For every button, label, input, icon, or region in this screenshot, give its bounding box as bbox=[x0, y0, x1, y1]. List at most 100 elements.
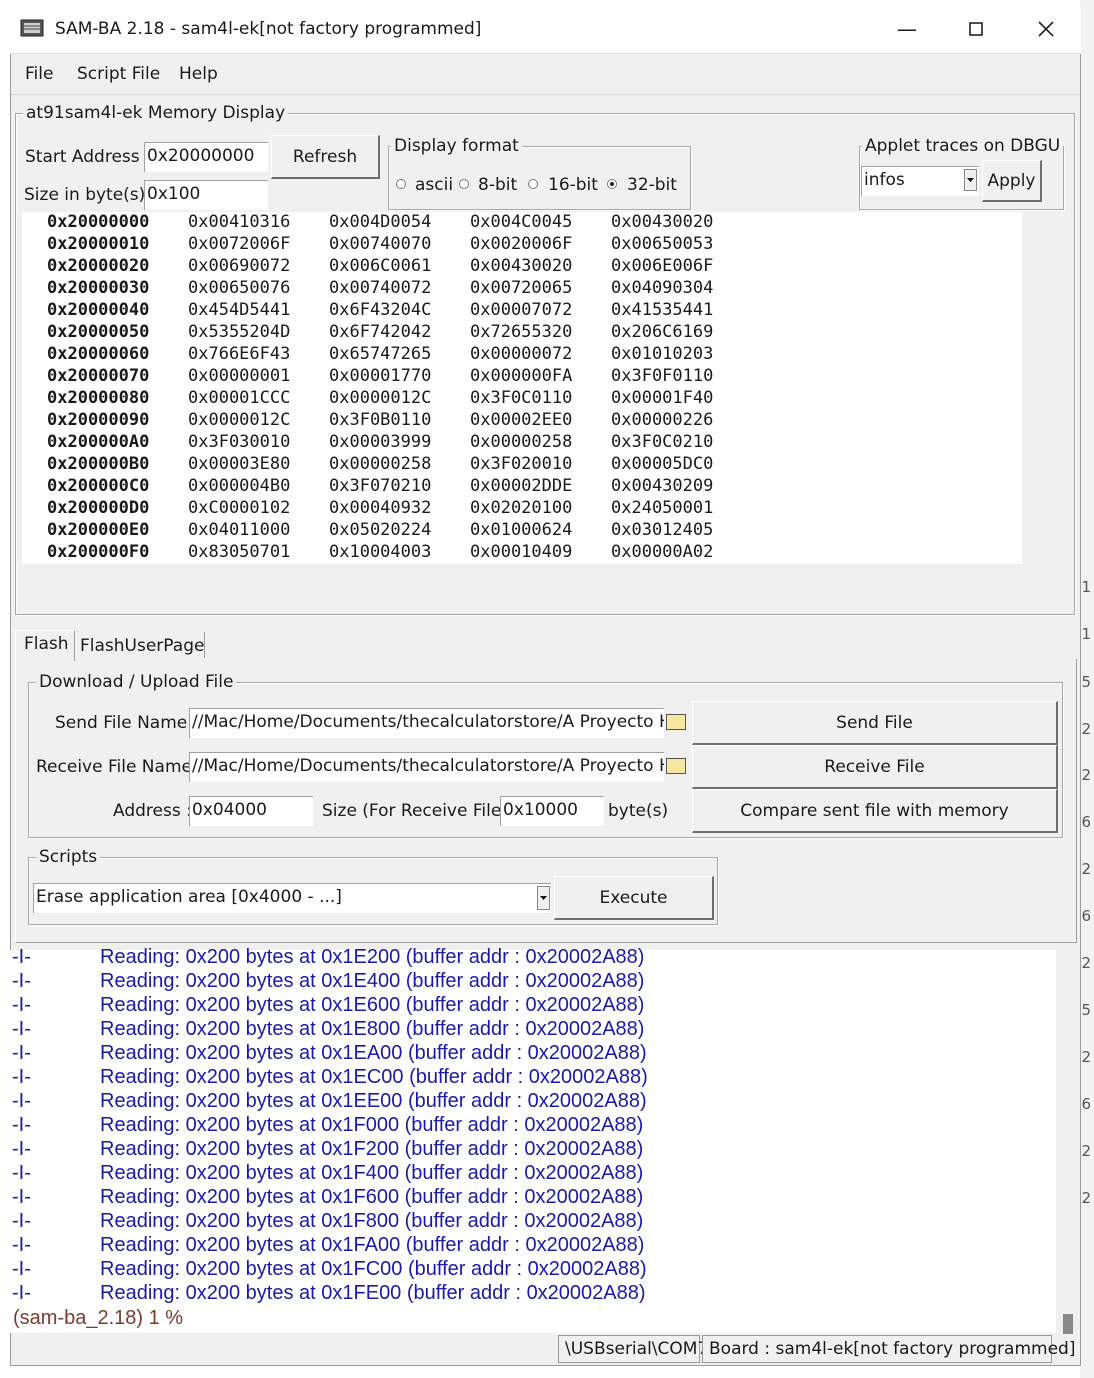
menu-script-file[interactable]: Script File bbox=[77, 64, 160, 84]
row-address: 0x20000050 bbox=[47, 322, 150, 342]
size-label: Size in byte(s) : bbox=[24, 185, 157, 205]
log-tag: -I- bbox=[12, 1282, 31, 1304]
menu-help[interactable]: Help bbox=[179, 64, 218, 84]
memory-cell: 0xC0000102 bbox=[188, 498, 291, 518]
radio-32bit[interactable] bbox=[607, 179, 617, 189]
log-tag: -I- bbox=[12, 1162, 31, 1184]
log-message: Reading: 0x200 bytes at 0x1E800 (buffer … bbox=[100, 1018, 645, 1040]
chevron-down-icon[interactable] bbox=[964, 169, 977, 191]
memory-cell: 0x00650076 bbox=[188, 278, 291, 298]
scripts-select[interactable]: Erase application area [0x4000 - ...] bbox=[33, 883, 551, 913]
memory-cell: 0x00007072 bbox=[470, 300, 573, 320]
memory-cell: 0x000000FA bbox=[470, 366, 573, 386]
receive-size-label: Size (For Receive File) : bbox=[322, 801, 520, 821]
table-row: 0x20000010 0x0072006F 0x00740070 0x0020006F… bbox=[22, 234, 1022, 256]
memory-cell: 0x02020100 bbox=[470, 498, 573, 518]
memory-cell: 0x00001770 bbox=[329, 366, 432, 386]
log-scrollbar[interactable] bbox=[1058, 950, 1080, 1333]
memory-cell: 0x00000258 bbox=[470, 432, 573, 452]
background-number: 2 bbox=[1081, 766, 1091, 784]
address-input[interactable]: 0x04000 bbox=[189, 796, 313, 826]
log-message: Reading: 0x200 bytes at 0x1FC00 (buffer … bbox=[100, 1258, 647, 1280]
close-button[interactable] bbox=[1031, 16, 1061, 42]
table-row: 0x20000020 0x00690072 0x006C0061 0x00430020… bbox=[22, 256, 1022, 278]
display-format-legend: Display format bbox=[391, 136, 522, 156]
log-tag: -I- bbox=[12, 1114, 31, 1136]
memory-cell: 0x00430209 bbox=[611, 476, 714, 496]
maximize-button[interactable] bbox=[961, 16, 991, 42]
background-number: 6 bbox=[1081, 1095, 1091, 1113]
app-icon bbox=[20, 18, 44, 38]
radio-32bit-label: 32-bit bbox=[627, 175, 677, 195]
scripts-select-value: Erase application area [0x4000 - ...] bbox=[36, 887, 342, 907]
log-tag: -I- bbox=[12, 994, 31, 1016]
log-tag: -I- bbox=[12, 1090, 31, 1112]
start-address-label: Start Address : bbox=[25, 147, 151, 167]
radio-16bit[interactable] bbox=[528, 179, 538, 189]
applet-traces-legend: Applet traces on DBGU bbox=[862, 136, 1064, 156]
menu-bar bbox=[11, 54, 1080, 95]
size-input[interactable]: 0x100 bbox=[144, 180, 268, 210]
memory-cell: 0x03012405 bbox=[611, 520, 714, 540]
log-message: Reading: 0x200 bytes at 0x1F600 (buffer … bbox=[100, 1186, 644, 1208]
background-number: 5 bbox=[1081, 673, 1091, 691]
table-row: 0x20000080 0x00001CCC 0x0000012C 0x3F0C0110… bbox=[22, 388, 1022, 410]
background-number: 2 bbox=[1081, 860, 1091, 878]
status-board: Board : sam4l-ek[not factory programmed] bbox=[702, 1335, 1075, 1363]
memory-cell: 0x6F742042 bbox=[329, 322, 432, 342]
table-row: 0x200000F0 0x83050701 0x10004003 0x00010409… bbox=[22, 542, 1022, 564]
memory-cell: 0x00040932 bbox=[329, 498, 432, 518]
console-prompt[interactable]: (sam-ba_2.18) 1 % bbox=[13, 1307, 183, 1330]
memory-cell: 0x10004003 bbox=[329, 542, 432, 562]
radio-8bit[interactable] bbox=[459, 179, 469, 189]
receive-file-input[interactable]: //Mac/Home/Documents/thecalculatorstore/… bbox=[189, 752, 664, 782]
background-number: 2 bbox=[1081, 1142, 1091, 1160]
open-folder-icon[interactable] bbox=[666, 758, 686, 774]
table-row: 0x200000B0 0x00003E80 0x00000258 0x3F020010… bbox=[22, 454, 1022, 476]
receive-file-button[interactable]: Receive File bbox=[692, 745, 1058, 789]
table-row: 0x200000A0 0x3F030010 0x00003999 0x00000258… bbox=[22, 432, 1022, 454]
table-row: 0x20000090 0x0000012C 0x3F0B0110 0x00002EE0… bbox=[22, 410, 1022, 432]
refresh-button[interactable]: Refresh bbox=[271, 135, 380, 179]
receive-size-input[interactable]: 0x10000 bbox=[500, 796, 604, 826]
tab-flash-label: Flash bbox=[24, 634, 69, 654]
row-address: 0x200000E0 bbox=[47, 520, 150, 540]
memory-cell: 0x00430020 bbox=[470, 256, 573, 276]
send-file-button[interactable]: Send File bbox=[692, 701, 1058, 745]
radio-ascii[interactable] bbox=[396, 179, 406, 189]
start-address-input[interactable]: 0x20000000 bbox=[144, 142, 268, 172]
open-folder-icon[interactable] bbox=[666, 714, 686, 730]
send-file-input[interactable]: //Mac/Home/Documents/thecalculatorstore/… bbox=[189, 708, 664, 738]
apply-button[interactable]: Apply bbox=[982, 160, 1042, 202]
background-number: 6 bbox=[1081, 907, 1091, 925]
log-tag: -I- bbox=[12, 946, 31, 968]
memory-cell: 0x01010203 bbox=[611, 344, 714, 364]
memory-cell: 0x83050701 bbox=[188, 542, 291, 562]
log-tag: -I- bbox=[12, 1258, 31, 1280]
background-number: 2 bbox=[1081, 1189, 1091, 1207]
background-number: 1 bbox=[1081, 625, 1091, 643]
compare-button[interactable]: Compare sent file with memory bbox=[692, 789, 1058, 833]
bytes-label: byte(s) bbox=[608, 801, 669, 821]
row-address: 0x200000F0 bbox=[47, 542, 150, 562]
memory-cell: 0x65747265 bbox=[329, 344, 432, 364]
table-row: 0x200000D0 0xC0000102 0x00040932 0x02020100… bbox=[22, 498, 1022, 520]
log-message: Reading: 0x200 bytes at 0x1E200 (buffer … bbox=[100, 946, 645, 968]
log-message: Reading: 0x200 bytes at 0x1F400 (buffer … bbox=[100, 1162, 644, 1184]
row-address: 0x20000010 bbox=[47, 234, 150, 254]
memory-cell: 0x00000001 bbox=[188, 366, 291, 386]
execute-button[interactable]: Execute bbox=[554, 876, 714, 920]
applet-traces-select[interactable]: infos bbox=[861, 166, 979, 196]
row-address: 0x200000D0 bbox=[47, 498, 150, 518]
log-tag: -I- bbox=[12, 1186, 31, 1208]
log-tag: -I- bbox=[12, 1018, 31, 1040]
log-message: Reading: 0x200 bytes at 0x1EE00 (buffer … bbox=[100, 1090, 647, 1112]
radio-8bit-label: 8-bit bbox=[478, 175, 518, 195]
memory-cell: 0x05020224 bbox=[329, 520, 432, 540]
memory-cell: 0x00690072 bbox=[188, 256, 291, 276]
memory-cell: 0x0020006F bbox=[470, 234, 573, 254]
minimize-button[interactable]: — bbox=[892, 16, 922, 42]
chevron-down-icon[interactable] bbox=[537, 886, 550, 910]
menu-file[interactable]: File bbox=[25, 64, 53, 84]
row-address: 0x20000090 bbox=[47, 410, 150, 430]
